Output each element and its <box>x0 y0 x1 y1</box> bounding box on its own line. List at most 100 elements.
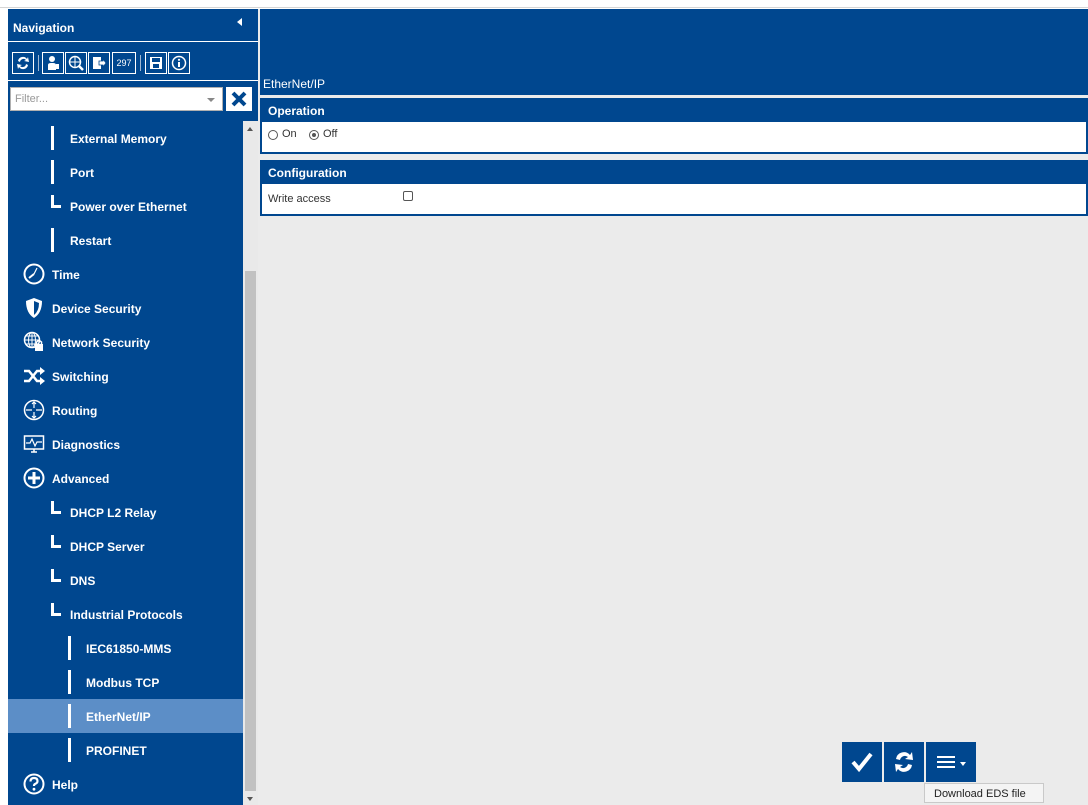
nav-item-label: Port <box>70 166 94 180</box>
nav-item-label: DNS <box>70 574 96 588</box>
navigation-toolbar: 297 <box>8 43 258 81</box>
nav-item-dns[interactable]: DNS <box>8 563 243 597</box>
nav-item-label: IEC61850-MMS <box>86 642 172 656</box>
write-access-label: Write access <box>268 193 331 205</box>
nav-item-label: External Memory <box>70 132 167 146</box>
tree-line <box>68 738 71 762</box>
nav-item-label: DHCP L2 Relay <box>70 506 157 520</box>
nav-item-label: Switching <box>52 370 109 384</box>
configuration-heading: Configuration <box>262 162 1086 184</box>
toolbar-separator <box>38 55 39 71</box>
clock-icon <box>23 263 45 285</box>
nav-item-external-memory[interactable]: External Memory <box>8 121 243 155</box>
filter-input[interactable] <box>11 88 201 110</box>
info-icon[interactable] <box>168 52 190 74</box>
nav-item-label: Power over Ethernet <box>70 200 187 214</box>
tree-line <box>68 670 71 694</box>
nav-item-port[interactable]: Port <box>8 155 243 189</box>
nav-item-network-security[interactable]: Network Security <box>8 325 243 359</box>
nav-item-label: Device Security <box>52 302 142 316</box>
nav-item-label: Advanced <box>52 472 110 486</box>
operation-off-radio[interactable] <box>309 130 319 140</box>
help-icon <box>23 773 45 795</box>
nav-item-ethernet-ip[interactable]: EtherNet/IP <box>8 699 243 733</box>
plus-circle-icon <box>23 467 45 489</box>
scroll-down-icon[interactable] <box>247 797 253 801</box>
shield-icon <box>26 298 42 318</box>
close-icon <box>231 91 247 107</box>
routing-icon <box>23 399 45 421</box>
operation-heading: Operation <box>262 100 1086 122</box>
main-content: EtherNet/IP Operation On Off Configurati… <box>258 9 1088 805</box>
nav-item-routing[interactable]: Routing <box>8 393 243 427</box>
toolbar-separator <box>140 55 141 71</box>
shuffle-icon <box>24 367 45 385</box>
navigation-title: Navigation <box>13 21 75 35</box>
chevron-down-icon[interactable] <box>207 98 215 102</box>
nav-item-label: Industrial Protocols <box>70 608 183 622</box>
apply-button[interactable] <box>842 742 882 782</box>
save-icon[interactable] <box>145 52 167 74</box>
check-icon <box>851 752 873 773</box>
scrollbar-thumb[interactable] <box>245 271 256 791</box>
operation-on-radio[interactable] <box>268 130 278 140</box>
nav-item-advanced[interactable]: Advanced <box>8 461 243 495</box>
nav-item-diagnostics[interactable]: Diagnostics <box>8 427 243 461</box>
tree-line <box>68 636 71 660</box>
nav-item-time[interactable]: Time <box>8 257 243 291</box>
nav-item-iec61850-mms[interactable]: IEC61850-MMS <box>8 631 243 665</box>
configuration-section: Configuration Write access <box>260 160 1088 216</box>
nav-item-profinet[interactable]: PROFINET <box>8 733 243 767</box>
nav-item-label: Modbus TCP <box>86 676 160 690</box>
reload-button[interactable] <box>884 742 924 782</box>
nav-item-label: EtherNet/IP <box>86 710 151 724</box>
operation-section: Operation On Off <box>260 98 1088 154</box>
nav-item-industrial-protocols[interactable]: Industrial Protocols <box>8 597 243 631</box>
navigation-tree: External Memory Port Power over Ethernet… <box>8 121 243 805</box>
nav-item-label: PROFINET <box>86 744 147 758</box>
nav-item-power-over-ethernet[interactable]: Power over Ethernet <box>8 189 243 223</box>
filter-field <box>10 87 223 111</box>
reload-icon <box>895 752 913 772</box>
operation-on-label[interactable]: On <box>282 128 297 140</box>
collapse-icon[interactable] <box>237 18 242 26</box>
nav-item-label: Time <box>52 268 80 282</box>
nav-item-help[interactable]: Help <box>8 767 243 801</box>
page-header: EtherNet/IP <box>260 9 1088 95</box>
globe-search-icon[interactable] <box>65 52 87 74</box>
nav-item-label: Routing <box>52 404 98 418</box>
clear-filter-button[interactable] <box>226 87 252 111</box>
page-title: EtherNet/IP <box>263 77 326 91</box>
navigation-scrollbar[interactable] <box>243 121 258 805</box>
nav-item-restart[interactable]: Restart <box>8 223 243 257</box>
count-badge[interactable]: 297 <box>112 52 136 74</box>
nav-item-label: Help <box>52 778 79 792</box>
logout-icon[interactable] <box>88 52 110 74</box>
chevron-down-icon <box>960 762 966 766</box>
operation-off-label[interactable]: Off <box>323 128 337 140</box>
more-actions-button[interactable] <box>926 742 976 782</box>
download-eds-menu-item[interactable]: Download EDS file <box>924 783 1044 803</box>
configuration-body: Write access <box>262 184 1086 214</box>
nav-item-device-security[interactable]: Device Security <box>8 291 243 325</box>
globe-lock-icon <box>23 331 43 351</box>
tree-line <box>51 126 54 150</box>
reload-icon[interactable] <box>12 52 34 74</box>
user-icon[interactable] <box>42 52 64 74</box>
nav-item-dhcp-server[interactable]: DHCP Server <box>8 529 243 563</box>
scroll-up-icon[interactable] <box>247 127 253 131</box>
tree-line <box>51 613 61 616</box>
write-access-checkbox[interactable] <box>403 191 413 201</box>
nav-item-modbus-tcp[interactable]: Modbus TCP <box>8 665 243 699</box>
tree-line <box>51 511 61 514</box>
tree-line <box>51 228 54 252</box>
nav-item-dhcp-l2-relay[interactable]: DHCP L2 Relay <box>8 495 243 529</box>
menu-icon <box>937 756 955 768</box>
nav-item-label: Diagnostics <box>52 438 121 452</box>
action-bar <box>842 742 976 782</box>
tree-line <box>51 160 54 184</box>
monitor-pulse-icon <box>23 435 45 453</box>
nav-item-label: DHCP Server <box>70 540 145 554</box>
nav-item-switching[interactable]: Switching <box>8 359 243 393</box>
navigation-header: Navigation <box>8 9 258 42</box>
